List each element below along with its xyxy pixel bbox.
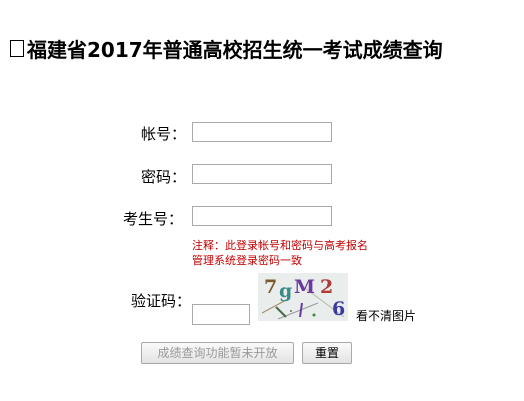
exam-number-input[interactable] [192,206,332,226]
reset-button[interactable]: 重置 [302,342,352,364]
query-button[interactable]: 成绩查询功能暂未开放 [141,342,294,364]
captcha-text: 7gM 2 6 [264,276,345,320]
page-title-text: 福建省2017年普通高校招生统一考试成绩查询 [27,38,443,62]
password-label: 密码： [141,168,187,186]
captcha-image-graphic: 7gM 2 6 [261,276,345,320]
captcha-char: M [294,276,315,298]
page-title: 福建省2017年普通高校招生统一考试成绩查询 [10,34,443,63]
password-input[interactable] [192,164,332,184]
captcha-char: 7 [264,276,277,298]
login-note-line-1: 注释：此登录帐号和密码与高考报名 [192,239,368,252]
exam-number-label: 考生号： [123,210,184,228]
captcha-image[interactable]: 7gM 2 6 [258,273,348,321]
account-label: 帐号： [141,125,187,143]
captcha-char: g [279,280,292,302]
captcha-input[interactable] [192,304,250,325]
captcha-char: 6 [332,298,345,320]
login-page: 福建省2017年普通高校招生统一考试成绩查询 帐号： 密码： 考生号： 注释：此… [0,0,524,401]
account-input[interactable] [192,122,332,142]
login-note-line-2: 管理系统登录密码一致 [192,254,302,267]
captcha-label: 验证码： [131,292,192,310]
captcha-char: 2 [320,276,333,298]
login-note: 注释：此登录帐号和密码与高考报名 管理系统登录密码一致 [192,238,368,268]
refresh-captcha-link[interactable]: 看不清图片 [356,307,416,324]
checkbox-glyph-icon [10,40,24,57]
